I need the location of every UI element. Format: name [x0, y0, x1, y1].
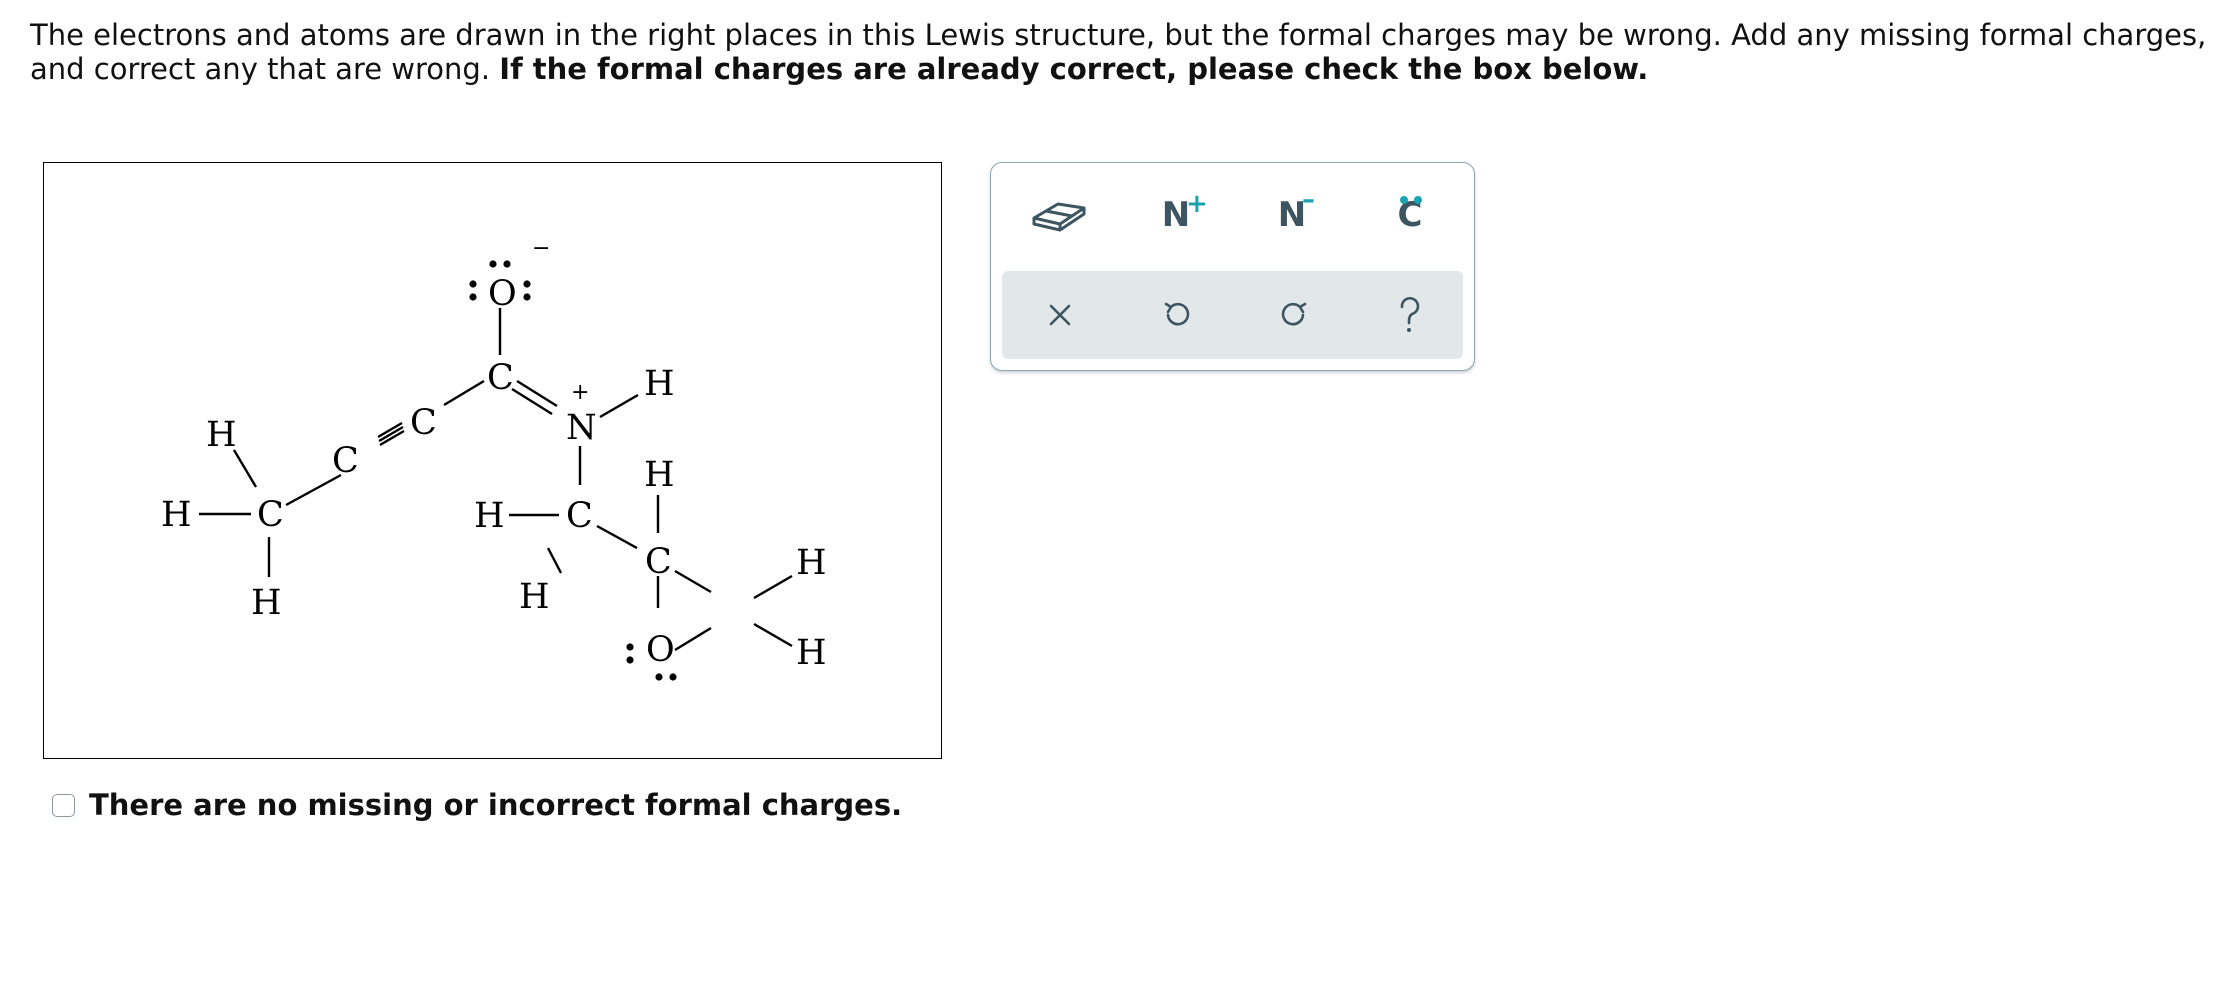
- lone-pair-o1-right-b: [523, 293, 531, 301]
- atom-o2[interactable]: O: [646, 630, 675, 670]
- lone-pair-icon: [1400, 196, 1422, 204]
- atom-c1[interactable]: C: [487, 358, 514, 398]
- bond-c5-h5: [546, 547, 563, 574]
- bond-c1-n1-a: [516, 379, 558, 408]
- bond-c1-n1-b: [511, 387, 553, 416]
- no-charges-option[interactable]: There are no missing or incorrect formal…: [52, 788, 902, 822]
- molecule-drawing: O C C C N H H H H C H H H C C O H H − +: [161, 236, 827, 681]
- undo-button[interactable]: [1137, 285, 1217, 345]
- lone-pair-o1-top-a: [489, 260, 497, 268]
- question-instruction: If the formal charges are already correc…: [499, 52, 1649, 86]
- atom-h5[interactable]: H: [519, 577, 550, 617]
- lone-pair-o1-left-a: [469, 280, 477, 288]
- close-icon: [1049, 304, 1071, 326]
- lone-pair-o2-left-a: [626, 643, 634, 651]
- bond-c5-c6: [596, 524, 638, 550]
- atom-c3[interactable]: C: [332, 441, 359, 481]
- lone-pair-o2-bottom-a: [655, 673, 663, 681]
- atom-h1[interactable]: H: [206, 415, 237, 455]
- no-charges-label[interactable]: There are no missing or incorrect formal…: [89, 788, 902, 822]
- atom-h8[interactable]: H: [796, 633, 827, 673]
- help-icon: [1400, 296, 1420, 332]
- atom-o1[interactable]: O: [488, 274, 517, 314]
- bond-c7-h8: [753, 622, 793, 648]
- charge-o1: −: [532, 236, 550, 261]
- bond-c7-h7: [753, 574, 793, 600]
- bond-o2-c7: [674, 626, 712, 652]
- eraser-icon: [1032, 202, 1086, 232]
- atom-h6[interactable]: H: [644, 455, 675, 495]
- redo-button[interactable]: [1254, 285, 1334, 345]
- charge-n1: +: [571, 380, 589, 405]
- atom-h7[interactable]: H: [796, 543, 827, 583]
- eraser-tool[interactable]: [1018, 185, 1098, 245]
- undo-icon: [1164, 302, 1190, 326]
- help-button[interactable]: [1370, 285, 1450, 345]
- lone-pair-o1-left-b: [469, 293, 477, 301]
- no-charges-checkbox[interactable]: [52, 793, 75, 817]
- atom-h3[interactable]: H: [251, 583, 282, 623]
- editing-toolbox: N + N – C: [990, 162, 1475, 371]
- minus-icon: –: [1302, 185, 1315, 215]
- redo-icon: [1281, 302, 1307, 326]
- bond-c1-c2: [443, 379, 485, 407]
- lone-pair-o2-bottom-b: [669, 673, 677, 681]
- atom-h-n[interactable]: H: [644, 364, 675, 404]
- action-bar: [1002, 271, 1463, 359]
- lone-pair-o1-right-a: [523, 280, 531, 288]
- positive-charge-tool[interactable]: N +: [1136, 185, 1216, 245]
- clear-button[interactable]: [1020, 285, 1100, 345]
- lone-pair-o1-top-b: [503, 260, 511, 268]
- atom-c5[interactable]: C: [566, 496, 593, 536]
- lone-pair-tool[interactable]: C: [1370, 185, 1450, 245]
- atom-c2[interactable]: C: [410, 403, 437, 443]
- lone-pair-o2-left-b: [626, 656, 634, 664]
- question-text: The electrons and atoms are drawn in the…: [30, 18, 2220, 86]
- atom-c6[interactable]: C: [645, 542, 672, 582]
- lewis-structure-canvas[interactable]: O C C C N H H H H C H H H C C O H H − +: [43, 162, 942, 759]
- bond-c4-h1: [232, 449, 258, 488]
- plus-icon: +: [1186, 189, 1208, 219]
- negative-charge-tool[interactable]: N –: [1252, 185, 1332, 245]
- atom-h4[interactable]: H: [474, 496, 505, 536]
- bond-n1-hn: [599, 393, 639, 419]
- bond-c6-c7: [674, 569, 712, 594]
- atom-c4[interactable]: C: [257, 495, 284, 535]
- atom-h2[interactable]: H: [161, 495, 192, 535]
- atom-n1[interactable]: N: [566, 408, 597, 448]
